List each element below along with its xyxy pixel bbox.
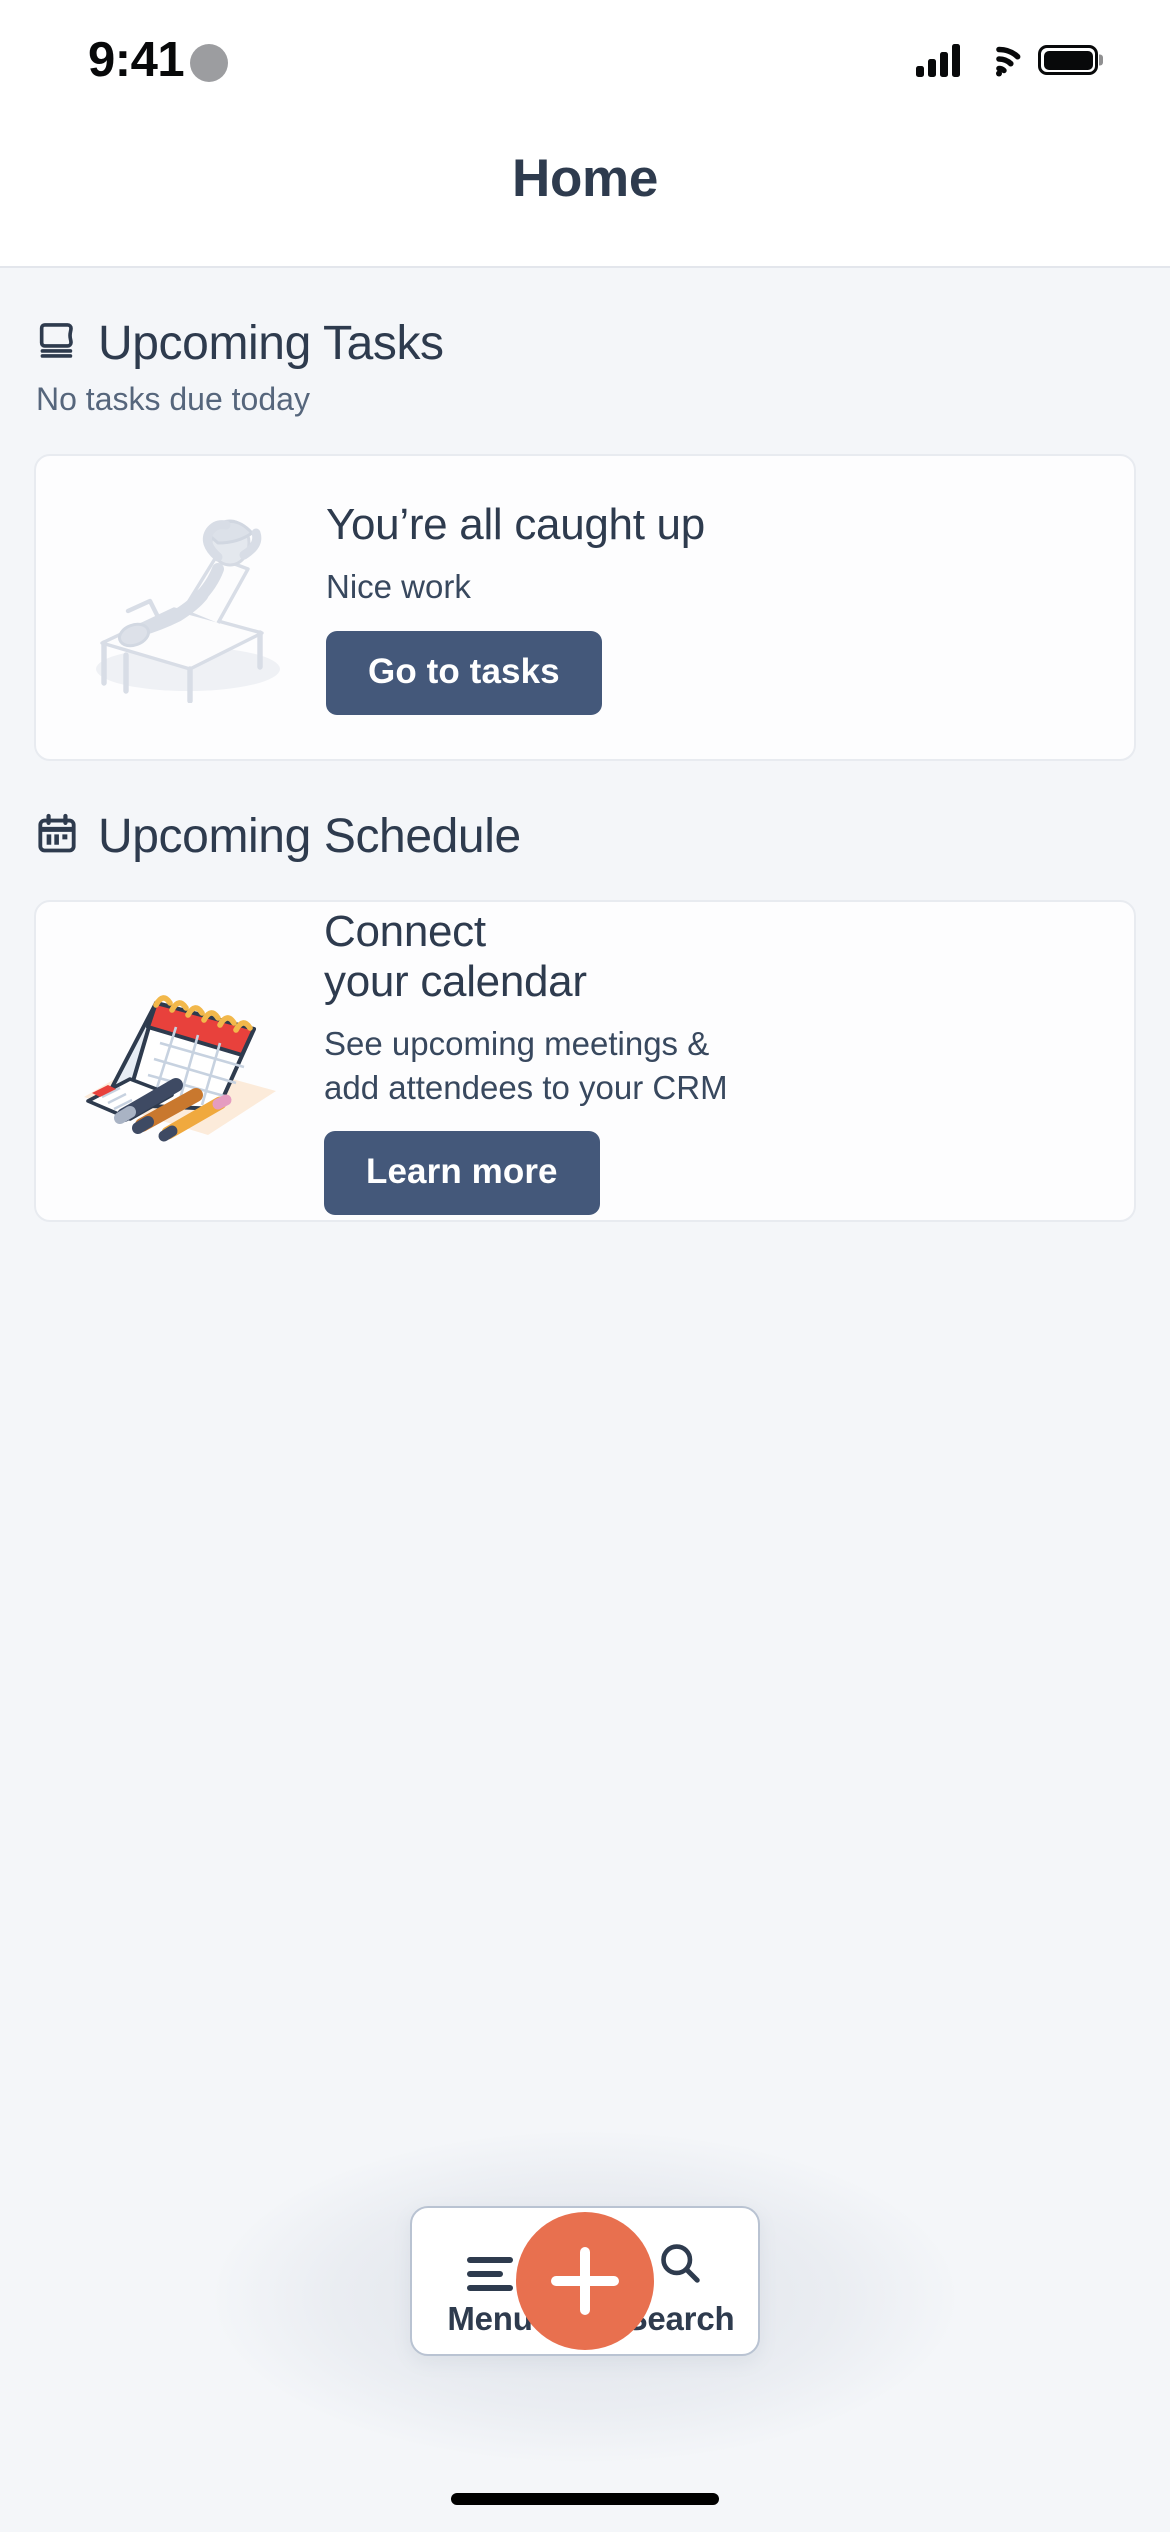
section-header-upcoming-tasks: Upcoming Tasks [34,268,1136,371]
go-to-tasks-button[interactable]: Go to tasks [326,630,602,715]
plus-icon [551,2247,619,2315]
section-subtitle-upcoming-tasks: No tasks due today [36,381,310,417]
phone-screen: 9:41 Home Upcoming Tasks No tasks due to… [0,0,1170,2532]
section-title-upcoming-tasks: Upcoming Tasks [98,317,444,370]
card-description-connect-calendar-line2: add attendees to your CRM [324,1068,728,1106]
card-title-connect-calendar-line1: Connect [324,906,486,956]
search-icon [657,2240,703,2291]
desk-calendar-pens-illustration [36,969,324,1154]
section-header-upcoming-schedule: Upcoming Schedule [34,761,1136,864]
signal-bars-icon [916,43,960,77]
status-bar-indicators [916,43,1098,77]
status-bar-time: 9:41 [88,33,185,87]
card-body-all-caught-up: You’re all caught up Nice work Go to tas… [326,500,1134,715]
card-description-all-caught-up: Nice work [326,568,471,606]
home-indicator[interactable] [451,2493,719,2505]
section-title-upcoming-schedule: Upcoming Schedule [98,810,521,863]
card-connect-calendar[interactable]: Connect your calendar See upcoming meeti… [34,900,1136,1222]
learn-more-button[interactable]: Learn more [324,1131,600,1216]
wifi-icon [977,44,1021,77]
camera-dot [190,44,228,82]
card-body-connect-calendar: Connect your calendar See upcoming meeti… [324,906,1134,1216]
card-title-all-caught-up: You’re all caught up [326,500,705,550]
card-title-connect-calendar-line2: your calendar [324,957,587,1007]
card-all-caught-up[interactable]: You’re all caught up Nice work Go to tas… [34,454,1136,761]
create-new-fab-button[interactable] [516,2212,654,2350]
person-relaxing-lounge-chair-illustration [36,513,326,703]
page-title: Home [511,149,659,208]
battery-full-icon [1038,45,1098,75]
main-content: Upcoming Tasks No tasks due today You’re… [0,268,1170,2532]
tasks-icon [34,318,80,369]
hamburger-menu-icon [467,2257,513,2291]
card-description-connect-calendar-line1: See upcoming meetings & [324,1025,710,1063]
navigation-bar: Home [0,120,1170,268]
calendar-icon [34,811,80,862]
status-bar: 9:41 [0,0,1170,120]
